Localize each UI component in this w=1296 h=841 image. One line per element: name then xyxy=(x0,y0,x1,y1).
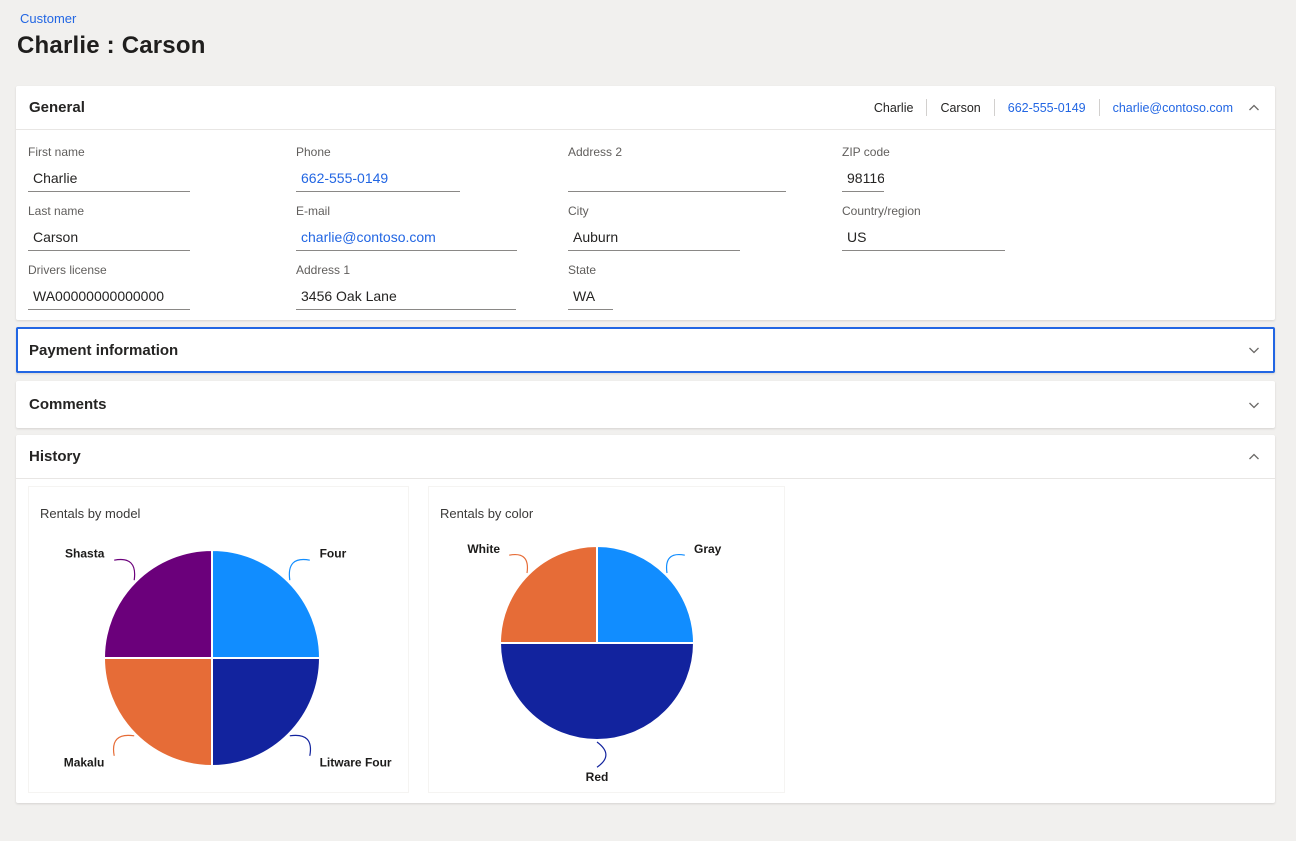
address-2-input[interactable] xyxy=(568,166,786,192)
field-label: State xyxy=(568,264,786,277)
page-title: Charlie : Carson xyxy=(17,32,206,60)
summary-email-link[interactable]: charlie@contoso.com xyxy=(1113,101,1233,115)
pie-label-red: Red xyxy=(586,770,609,784)
pie-chart-svg: Gray Red White xyxy=(429,487,784,792)
breadcrumb-customer-link[interactable]: Customer xyxy=(20,11,76,26)
chevron-down-icon[interactable] xyxy=(1247,398,1261,412)
field-label: ZIP code xyxy=(842,146,1005,159)
field-email: E-mail charlie@contoso.com xyxy=(296,205,517,251)
general-section-header[interactable]: General Charlie Carson 662-555-0149 char… xyxy=(16,86,1275,130)
comments-section-card: Comments xyxy=(16,381,1275,428)
field-label: E-mail xyxy=(296,205,517,218)
history-charts-area: Rentals by model FourLitware FourMakaluS… xyxy=(16,479,1275,793)
field-address-2: Address 2 xyxy=(568,146,786,192)
field-label: Country/region xyxy=(842,205,1005,218)
payment-information-section-title: Payment information xyxy=(29,342,178,359)
pie-leader-line-shasta xyxy=(114,560,134,581)
country-region-input[interactable]: US xyxy=(842,225,1005,251)
general-form: First name Charlie Last name Carson Driv… xyxy=(16,130,1275,320)
pie-slice-litware-four[interactable] xyxy=(212,658,320,766)
history-section-card: History Rentals by model FourLitware Fou… xyxy=(16,435,1275,803)
pie-slice-four[interactable] xyxy=(212,550,320,658)
pie-leader-line-gray xyxy=(667,555,685,573)
chevron-up-icon[interactable] xyxy=(1247,101,1261,115)
chevron-up-icon[interactable] xyxy=(1247,450,1261,464)
field-label: Last name xyxy=(28,205,190,218)
pie-label-makalu: Makalu xyxy=(64,756,105,770)
field-address-1: Address 1 3456 Oak Lane xyxy=(296,264,517,310)
field-label: Phone xyxy=(296,146,517,159)
field-phone: Phone 662-555-0149 xyxy=(296,146,517,192)
zip-code-input[interactable]: 98116 xyxy=(842,166,884,192)
payment-information-section-card: Payment information xyxy=(16,327,1275,373)
rentals-by-model-chart: Rentals by model FourLitware FourMakaluS… xyxy=(28,486,409,793)
field-zip-code: ZIP code 98116 xyxy=(842,146,1005,192)
email-input[interactable]: charlie@contoso.com xyxy=(296,225,517,251)
general-section-title: General xyxy=(29,99,85,116)
history-section-title: History xyxy=(29,448,81,465)
pie-leader-line-white xyxy=(509,555,527,573)
pie-slice-red[interactable] xyxy=(500,643,694,740)
city-input[interactable]: Auburn xyxy=(568,225,740,251)
phone-input[interactable]: 662-555-0149 xyxy=(296,166,460,192)
field-label: Drivers license xyxy=(28,264,190,277)
pie-label-gray: Gray xyxy=(694,542,722,556)
state-input[interactable]: WA xyxy=(568,284,613,310)
pie-leader-line-red xyxy=(597,742,606,767)
pie-chart-svg: Four Litware Four Makalu Shasta xyxy=(29,487,408,792)
field-country-region: Country/region US xyxy=(842,205,1005,251)
rentals-by-color-chart: Rentals by color GrayRedWhite xyxy=(428,486,785,793)
pie-label-four: Four xyxy=(320,546,347,560)
field-drivers-license: Drivers license WA00000000000000 xyxy=(28,264,190,310)
field-label: City xyxy=(568,205,786,218)
pie-slice-gray[interactable] xyxy=(597,546,694,643)
pie-slice-shasta[interactable] xyxy=(104,550,212,658)
address-1-input[interactable]: 3456 Oak Lane xyxy=(296,284,516,310)
chevron-down-icon[interactable] xyxy=(1247,343,1261,357)
customer-detail-page: { "colors": { "accent_blue": "#2266e3", … xyxy=(0,0,1296,841)
field-label: Address 2 xyxy=(568,146,786,159)
field-city: City Auburn xyxy=(568,205,786,251)
comments-section-title: Comments xyxy=(29,396,107,413)
first-name-input[interactable]: Charlie xyxy=(28,166,190,192)
field-label: Address 1 xyxy=(296,264,517,277)
pie-label-litware-four: Litware Four xyxy=(320,756,392,770)
pie-leader-line-litware-four xyxy=(290,735,311,755)
main-content: General Charlie Carson 662-555-0149 char… xyxy=(16,86,1275,803)
pie-slice-white[interactable] xyxy=(500,546,597,643)
field-state: State WA xyxy=(568,264,786,310)
pie-label-shasta: Shasta xyxy=(65,546,105,560)
summary-divider xyxy=(994,99,995,116)
summary-divider xyxy=(926,99,927,116)
pie-slice-makalu[interactable] xyxy=(104,658,212,766)
field-first-name: First name Charlie xyxy=(28,146,190,192)
last-name-input[interactable]: Carson xyxy=(28,225,190,251)
field-label: First name xyxy=(28,146,190,159)
comments-section-header[interactable]: Comments xyxy=(16,381,1275,428)
general-section-card: General Charlie Carson 662-555-0149 char… xyxy=(16,86,1275,320)
general-summary: Charlie Carson 662-555-0149 charlie@cont… xyxy=(874,99,1233,116)
drivers-license-input[interactable]: WA00000000000000 xyxy=(28,284,190,310)
pie-leader-line-four xyxy=(289,560,309,581)
summary-last-name: Carson xyxy=(940,101,980,115)
field-last-name: Last name Carson xyxy=(28,205,190,251)
payment-information-section-header[interactable]: Payment information xyxy=(18,329,1273,371)
summary-first-name: Charlie xyxy=(874,101,914,115)
pie-label-white: White xyxy=(467,542,500,556)
summary-divider xyxy=(1099,99,1100,116)
pie-leader-line-makalu xyxy=(114,735,135,755)
history-section-header[interactable]: History xyxy=(16,435,1275,479)
summary-phone-link[interactable]: 662-555-0149 xyxy=(1008,101,1086,115)
